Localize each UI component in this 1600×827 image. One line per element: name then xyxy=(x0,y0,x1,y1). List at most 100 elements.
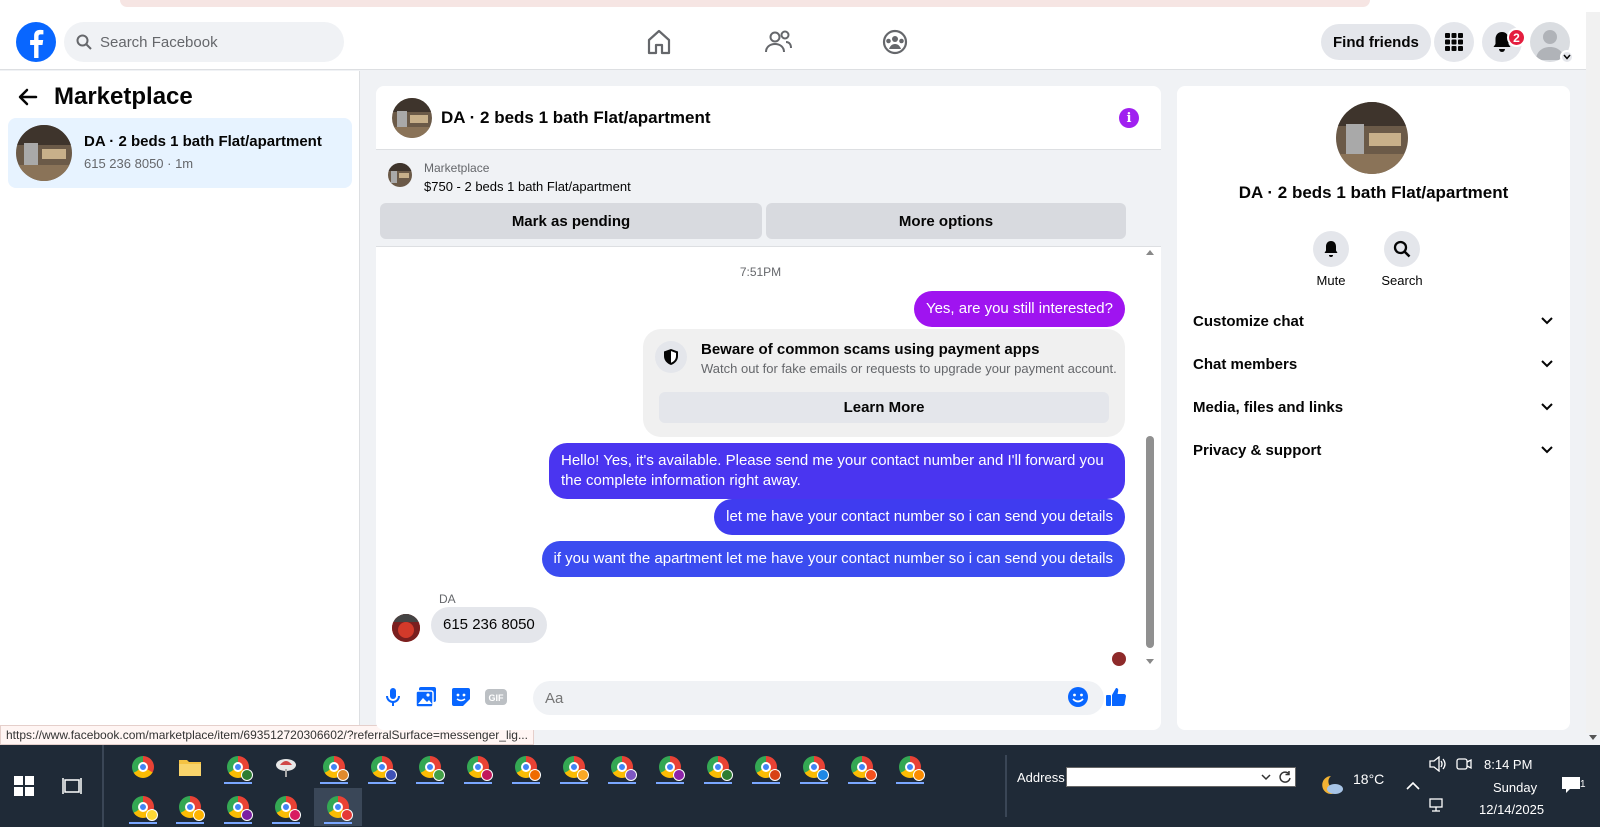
chat-window: DA · 2 beds 1 bath Flat/apartment i Mark… xyxy=(376,86,1161,730)
mute-button[interactable]: Mute xyxy=(1301,231,1361,288)
weather-moon-icon[interactable] xyxy=(1312,766,1352,804)
message-input-field[interactable] xyxy=(533,681,1104,715)
chrome-profile-taskbar-icon[interactable] xyxy=(698,748,738,786)
network-icon[interactable] xyxy=(1418,786,1458,824)
account-chevron-down-icon[interactable] xyxy=(1560,50,1574,64)
friends-icon[interactable] xyxy=(760,24,796,60)
chevron-down-icon xyxy=(1541,360,1553,368)
listing-description[interactable]: $750 - 2 beds 1 bath Flat/apartment xyxy=(424,179,631,194)
outgoing-message[interactable]: Yes, are you still interested? xyxy=(913,291,1125,327)
windows-taskbar: Address 18°C 8:14 PM Sunday 12/14/2025 1 xyxy=(0,745,1600,827)
chevron-down-icon xyxy=(1541,446,1553,454)
privacy-support-section[interactable]: Privacy & support xyxy=(1193,432,1553,468)
chat-members-section[interactable]: Chat members xyxy=(1193,346,1553,382)
taskbar-divider xyxy=(102,745,104,827)
marketplace-listing-banner: Marketplace $750 - 2 beds 1 bath Flat/ap… xyxy=(376,150,1161,247)
chrome-profile-taskbar-icon[interactable] xyxy=(123,788,163,826)
chat-details-panel: DA · 2 beds 1 bath Flat/apartment Mute S… xyxy=(1177,86,1570,730)
gif-icon[interactable]: GIF xyxy=(484,685,508,709)
section-label: Privacy & support xyxy=(1193,441,1322,459)
chrome-profile-taskbar-icon[interactable] xyxy=(410,748,450,786)
home-icon[interactable] xyxy=(641,24,677,60)
chrome-profile-taskbar-icon[interactable] xyxy=(890,748,930,786)
chrome-profile-taskbar-icon[interactable] xyxy=(314,748,354,786)
chrome-profile-taskbar-icon[interactable] xyxy=(746,748,786,786)
address-toolbar-input[interactable] xyxy=(1066,767,1296,787)
chrome-profile-taskbar-icon[interactable] xyxy=(218,748,258,786)
windows-start-icon[interactable] xyxy=(4,767,44,805)
app-taskbar-icon[interactable] xyxy=(266,748,306,786)
chrome-profile-taskbar-icon[interactable] xyxy=(506,748,546,786)
scam-warning-card: Beware of common scams using payment app… xyxy=(643,329,1125,437)
search-icon xyxy=(76,34,92,50)
sticker-icon[interactable] xyxy=(449,685,473,709)
chevron-down-icon xyxy=(1541,403,1553,411)
chrome-profile-taskbar-icon[interactable] xyxy=(266,788,306,826)
chrome-profile-taskbar-icon[interactable] xyxy=(602,748,642,786)
chrome-profile-taskbar-icon[interactable] xyxy=(650,748,690,786)
chat-header: DA · 2 beds 1 bath Flat/apartment i xyxy=(376,86,1161,150)
clock-time[interactable]: 8:14 PM xyxy=(1484,757,1532,772)
page-scrollbar[interactable] xyxy=(1586,12,1600,740)
chrome-active-taskbar-icon[interactable] xyxy=(314,788,362,826)
microphone-icon[interactable] xyxy=(381,685,405,709)
conversation-list-item[interactable]: DA · 2 beds 1 bath Flat/apartment 615 23… xyxy=(8,118,352,188)
file-explorer-icon[interactable] xyxy=(170,748,210,786)
media-files-links-section[interactable]: Media, files and links xyxy=(1193,389,1553,425)
emoji-icon[interactable] xyxy=(1066,685,1090,709)
photo-gallery-icon[interactable] xyxy=(414,685,438,709)
chrome-taskbar-icon[interactable] xyxy=(123,748,163,786)
search-label: Search xyxy=(1381,273,1423,288)
chrome-profile-taskbar-icon[interactable] xyxy=(362,748,402,786)
meet-now-icon[interactable] xyxy=(1444,745,1484,783)
details-name: DA · 2 beds 1 bath Flat/apartment xyxy=(1238,183,1509,202)
chat-title[interactable]: DA · 2 beds 1 bath Flat/apartment xyxy=(441,108,711,128)
outgoing-message[interactable]: let me have your contact number so i can… xyxy=(714,499,1125,535)
find-friends-button[interactable]: Find friends xyxy=(1321,24,1431,60)
learn-more-button[interactable]: Learn More xyxy=(659,392,1109,423)
search-input[interactable] xyxy=(100,33,320,51)
sender-avatar[interactable] xyxy=(392,614,420,642)
listing-source-label: Marketplace xyxy=(424,161,490,175)
chrome-profile-taskbar-icon[interactable] xyxy=(794,748,834,786)
sidebar-title: Marketplace xyxy=(54,83,193,110)
clock-day: Sunday xyxy=(1493,780,1538,795)
chrome-profile-taskbar-icon[interactable] xyxy=(842,748,882,786)
menu-grid-icon[interactable] xyxy=(1434,22,1474,62)
conversations-sidebar: Marketplace DA · 2 beds 1 bath Flat/apar… xyxy=(0,71,360,733)
taskbar-divider xyxy=(1005,755,1007,817)
message-input[interactable] xyxy=(545,689,1045,707)
scam-warning-heading: Beware of common scams using payment app… xyxy=(701,341,1040,358)
incoming-message[interactable]: 615 236 8050 xyxy=(431,607,547,643)
chrome-profile-taskbar-icon[interactable] xyxy=(218,788,258,826)
back-arrow-icon[interactable] xyxy=(18,87,38,107)
groups-icon[interactable] xyxy=(877,24,913,60)
task-view-icon[interactable] xyxy=(52,767,92,805)
top-navigation-bar: Find friends 2 xyxy=(0,12,1586,70)
search-icon xyxy=(1384,231,1420,267)
customize-chat-section[interactable]: Customize chat xyxy=(1193,303,1553,339)
mark-as-pending-button[interactable]: Mark as pending xyxy=(380,203,762,239)
search-in-conversation-button[interactable]: Search xyxy=(1372,231,1432,288)
action-center-count: 1 xyxy=(1580,779,1586,790)
seen-receipt-avatar xyxy=(1112,652,1126,666)
chrome-profile-taskbar-icon[interactable] xyxy=(554,748,594,786)
more-options-button[interactable]: More options xyxy=(766,203,1126,239)
notification-count-badge: 2 xyxy=(1507,28,1526,47)
outgoing-message[interactable]: if you want the apartment let me have yo… xyxy=(541,541,1125,577)
chrome-profile-taskbar-icon[interactable] xyxy=(458,748,498,786)
search-bar[interactable] xyxy=(64,22,344,62)
conversation-preview: 615 236 8050 · 1m xyxy=(84,156,194,171)
message-composer: GIF xyxy=(376,665,1161,730)
chat-large-avatar[interactable] xyxy=(1336,102,1408,174)
info-icon[interactable]: i xyxy=(1119,108,1139,128)
section-label: Chat members xyxy=(1193,355,1298,373)
chrome-profile-taskbar-icon[interactable] xyxy=(170,788,210,826)
chat-avatar[interactable] xyxy=(392,98,432,138)
scrollbar-thumb[interactable] xyxy=(1146,436,1154,648)
thumbs-up-icon[interactable] xyxy=(1104,685,1128,709)
message-scrollbar[interactable] xyxy=(1146,250,1154,664)
address-toolbar-label: Address xyxy=(1017,770,1065,785)
facebook-logo-icon[interactable] xyxy=(16,22,56,62)
outgoing-message[interactable]: Hello! Yes, it's available. Please send … xyxy=(549,443,1125,499)
